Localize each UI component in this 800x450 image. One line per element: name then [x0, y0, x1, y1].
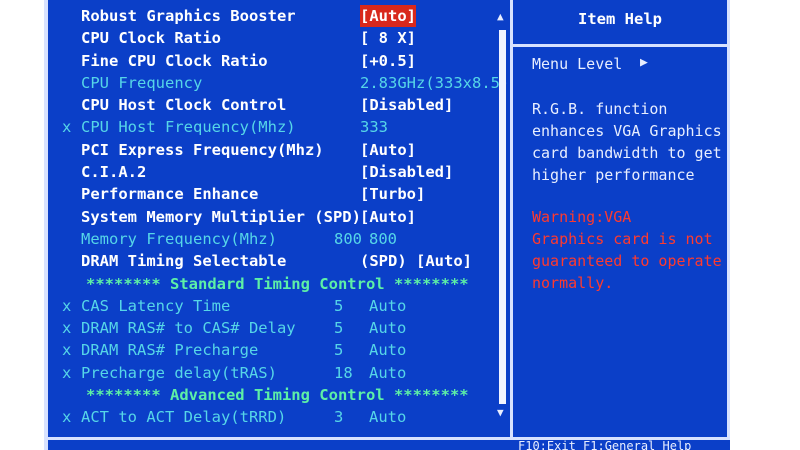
setting-row: CPU Frequency 2.83GHz(333x8.5) [44, 72, 509, 94]
setting-label: PCI Express Frequency(Mhz) [81, 140, 324, 159]
bios-screen: Robust Graphics Booster [Auto] CPU Clock R… [44, 0, 730, 450]
current-value: 18 [334, 363, 353, 382]
current-value: 800 [334, 229, 362, 248]
setting-row: x ACT to ACT Delay(tRRD) 3 Auto [44, 406, 494, 428]
setting-value: Auto [369, 363, 407, 382]
disabled-marker: x [62, 363, 72, 382]
menu-level-label: Menu Level [532, 55, 623, 73]
setting-label: Robust Graphics Booster [81, 7, 296, 25]
footer-keys-text: F10:Exit F1:General Help [518, 440, 692, 450]
panel-divider [510, 0, 513, 437]
current-value: 3 [334, 408, 344, 427]
setting-value[interactable]: [Turbo] [360, 183, 425, 205]
setting-value[interactable]: [ 8 X] [360, 27, 416, 49]
help-title-separator [513, 44, 730, 47]
current-value: 5 [334, 341, 344, 360]
scroll-track[interactable] [499, 30, 506, 404]
setting-label: CPU Host Frequency(Mhz) [81, 118, 296, 137]
scrollbar[interactable]: ▲ ▼ [495, 8, 509, 424]
setting-row: x CPU Host Frequency(Mhz) 333 [44, 116, 494, 138]
setting-label: ACT to ACT Delay(tRRD) [81, 408, 287, 427]
settings-list: Robust Graphics Booster [Auto] CPU Clock R… [44, 5, 509, 429]
setting-value[interactable]: [Disabled] [360, 161, 453, 183]
help-warning: Warning:VGA Graphics card is not guarant… [532, 208, 722, 292]
setting-row[interactable]: CPU Clock Ratio [ 8 X] [44, 27, 494, 49]
footer-keys: F10:Exit F1:General Help [514, 440, 728, 450]
section-title: ******** Advanced Timing Control *******… [86, 386, 469, 405]
disabled-marker: x [62, 319, 72, 338]
setting-row: x CAS Latency Time 5 Auto [44, 295, 494, 317]
setting-label: Memory Frequency(Mhz) [81, 229, 277, 248]
disabled-marker: x [62, 341, 72, 360]
setting-row[interactable]: Fine CPU Clock Ratio [+0.5] [44, 50, 494, 72]
setting-value: Auto [369, 341, 407, 360]
help-title: Item Help [578, 10, 662, 28]
setting-label: CPU Clock Ratio [81, 29, 221, 48]
setting-row: Memory Frequency(Mhz) 800 800 [44, 228, 494, 250]
setting-label: Precharge delay(tRAS) [81, 363, 277, 382]
setting-label: DRAM Timing Selectable [81, 252, 287, 271]
help-description: R.G.B. function enhances VGA Graphics ca… [532, 100, 722, 184]
setting-row: x Precharge delay(tRAS) 18 Auto [44, 362, 494, 384]
current-value: 5 [334, 296, 344, 315]
setting-value: Auto [369, 319, 407, 338]
setting-label: DRAM RAS# Precharge [81, 341, 259, 360]
help-right-border [727, 0, 730, 437]
setting-row[interactable]: CPU Host Clock Control [Disabled] [44, 94, 494, 116]
section-header: ******** Advanced Timing Control *******… [44, 384, 494, 406]
scroll-up-icon[interactable]: ▲ [497, 10, 504, 23]
setting-value[interactable]: [Disabled] [360, 94, 453, 116]
disabled-marker: x [62, 296, 72, 315]
selected-setting-value[interactable]: [Auto] [360, 5, 416, 27]
setting-value: Auto [369, 408, 407, 427]
right-arrow-icon: ▶ [640, 55, 648, 70]
setting-label: DRAM RAS# to CAS# Delay [81, 319, 296, 338]
setting-value[interactable]: (SPD) [Auto] [360, 250, 472, 272]
setting-value: 800 [369, 229, 397, 248]
setting-label: CPU Host Clock Control [81, 96, 287, 115]
setting-row: x DRAM RAS# Precharge 5 Auto [44, 339, 494, 361]
disabled-marker: x [62, 118, 72, 137]
scroll-down-icon[interactable]: ▼ [497, 406, 504, 419]
setting-label: CAS Latency Time [81, 296, 231, 315]
setting-row[interactable]: PCI Express Frequency(Mhz) [Auto] [44, 139, 494, 161]
setting-row[interactable]: C.I.A.2 [Disabled] [44, 161, 494, 183]
setting-row[interactable]: DRAM Timing Selectable (SPD) [Auto] [44, 250, 494, 272]
disabled-marker: x [62, 408, 72, 427]
setting-value[interactable]: [Auto] [360, 206, 416, 228]
section-title: ******** Standard Timing Control *******… [86, 274, 469, 293]
setting-label: Fine CPU Clock Ratio [81, 51, 268, 70]
section-header: ******** Standard Timing Control *******… [44, 273, 494, 295]
setting-label: C.I.A.2 [81, 163, 147, 182]
setting-label: Performance Enhance [81, 185, 259, 204]
setting-row[interactable]: System Memory Multiplier (SPD) [Auto] [44, 206, 494, 228]
current-value: 5 [334, 319, 344, 338]
setting-row: x DRAM RAS# to CAS# Delay 5 Auto [44, 317, 494, 339]
setting-row[interactable]: Robust Graphics Booster [Auto] [44, 5, 494, 27]
setting-label: System Memory Multiplier (SPD) [81, 207, 361, 226]
setting-label: CPU Frequency [81, 73, 203, 92]
setting-value[interactable]: [+0.5] [360, 50, 416, 72]
setting-value[interactable]: [Auto] [360, 139, 416, 161]
setting-value: 2.83GHz(333x8.5) [360, 73, 510, 92]
setting-value: Auto [369, 296, 407, 315]
setting-value: 333 [360, 118, 388, 137]
setting-row[interactable]: Performance Enhance [Turbo] [44, 183, 494, 205]
